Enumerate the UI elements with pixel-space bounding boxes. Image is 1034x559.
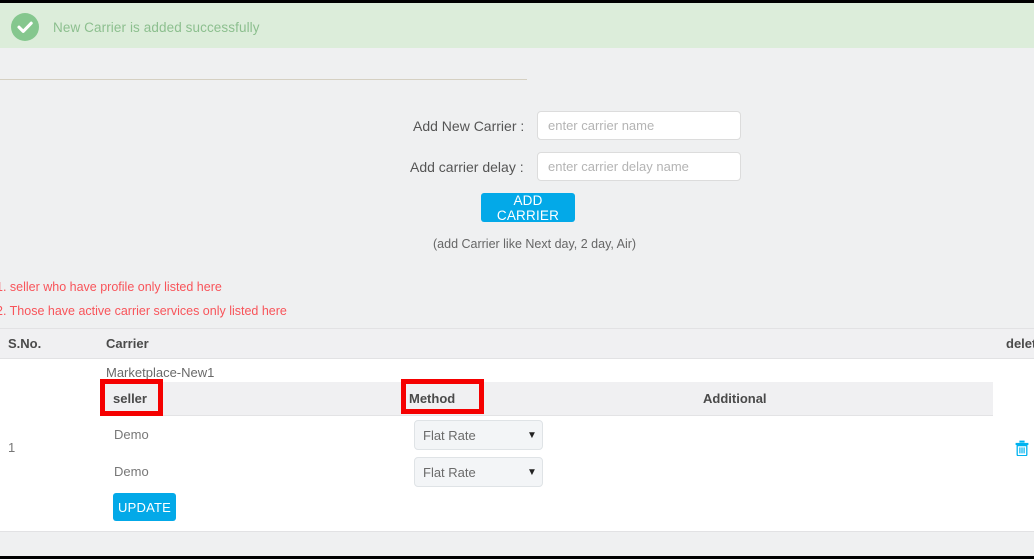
cell-seller-name: Demo (114, 464, 149, 479)
cell-seller-name: Demo (114, 427, 149, 442)
table-row: 1 Marketplace-New1 seller Method Additio… (0, 359, 1034, 532)
cell-sno: 1 (8, 440, 16, 455)
update-button[interactable]: UPDATE (113, 493, 176, 521)
carrier-delay-input[interactable] (537, 152, 741, 181)
success-alert: New Carrier is added successfully (0, 3, 1034, 48)
success-alert-message: New Carrier is added successfully (53, 20, 260, 35)
section-divider (0, 79, 527, 80)
note-active-carrier: 2. Those have active carrier services on… (0, 304, 287, 318)
method-select[interactable]: Flat Rate (414, 420, 543, 450)
add-new-carrier-label: Add New Carrier : (413, 118, 525, 134)
seller-method-table-header: seller Method Additional (105, 382, 993, 416)
column-header-method: Method (409, 391, 456, 406)
cell-carrier-name: Marketplace-New1 (106, 365, 215, 380)
carrier-name-input[interactable] (537, 111, 741, 140)
method-select[interactable]: Flat Rate (414, 457, 543, 487)
page-root: New Carrier is added successfully Add Ne… (0, 3, 1034, 556)
column-header-sno: S.No. (8, 336, 42, 351)
note-seller-profile: 1. seller who have profile only listed h… (0, 280, 222, 294)
trash-icon[interactable] (1015, 440, 1029, 456)
column-header-additional: Additional (703, 391, 767, 406)
check-circle-icon (11, 13, 39, 41)
column-header-delete: delete (1006, 336, 1034, 351)
add-carrier-button[interactable]: ADD CARRIER (481, 193, 575, 223)
column-header-seller: seller (113, 391, 147, 406)
column-header-carrier: Carrier (106, 336, 149, 351)
footer-strip (0, 534, 1034, 556)
carrier-format-hint: (add Carrier like Next day, 2 day, Air) (433, 237, 637, 251)
carrier-table-header: S.No. Carrier delete (0, 328, 1034, 359)
add-carrier-delay-label: Add carrier delay : (410, 159, 524, 175)
